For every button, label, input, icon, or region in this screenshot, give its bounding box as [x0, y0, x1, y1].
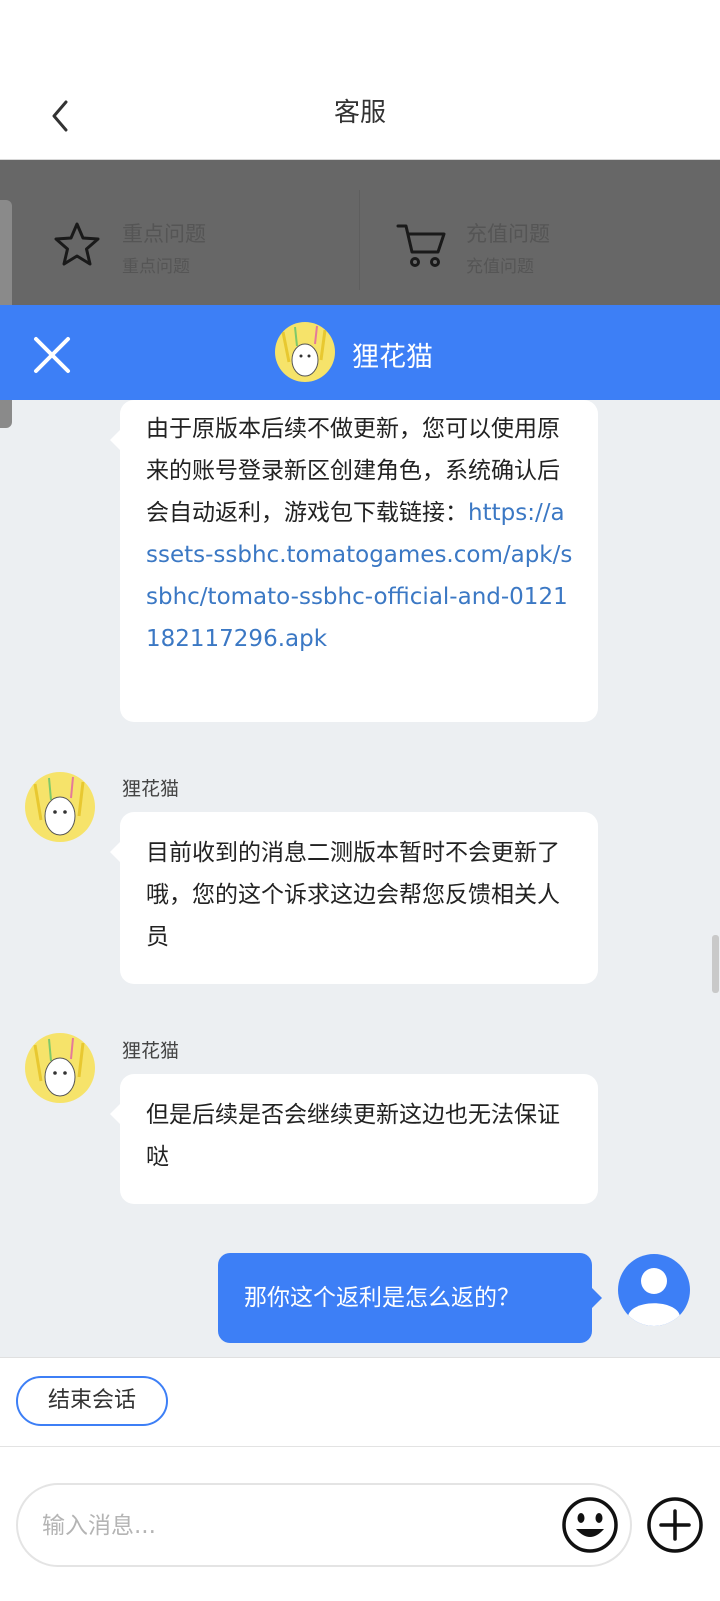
faq-item-subtitle: 充值问题 [466, 257, 534, 277]
faq-item-title: 充值问题 [466, 222, 550, 246]
message-text: 但是后续是否会继续更新这边也无法保证哒 [146, 1102, 560, 1170]
user-icon [628, 1268, 680, 1326]
message-input[interactable] [40, 1503, 544, 1549]
composer-divider [0, 1446, 720, 1447]
agent-message-bubble: 目前收到的消息二测版本暂时不会更新了哦，您的这个诉求这边会帮您反馈相关人员 [110, 812, 598, 984]
end-session-button[interactable]: 结束会话 [16, 1376, 168, 1426]
header-bar: 客服 [0, 0, 720, 160]
sender-name: 狸花猫 [122, 1040, 180, 1062]
star-icon [54, 222, 100, 266]
user-avatar [618, 1254, 690, 1326]
faq-item-title: 重点问题 [122, 222, 206, 246]
message-input-box[interactable] [16, 1483, 632, 1567]
agent-avatar [25, 772, 95, 842]
faq-panel: 重点问题 重点问题 充值问题 充值问题 [0, 160, 720, 305]
agent-bar: 狸花猫 [0, 305, 720, 400]
agent-avatar [275, 322, 335, 382]
faq-item-subtitle: 重点问题 [122, 257, 190, 277]
emoji-icon[interactable] [560, 1495, 620, 1555]
composer-area: 结束会话 [0, 1357, 720, 1601]
faq-divider [359, 190, 360, 290]
message-text: 目前收到的消息二测版本暂时不会更新了哦，您的这个诉求这边会帮您反馈相关人员 [146, 840, 560, 950]
agent-avatar [25, 1033, 95, 1103]
user-message-bubble: 那你这个返利是怎么返的？ [218, 1253, 602, 1343]
message-text: 那你这个返利是怎么返的？ [244, 1285, 520, 1311]
agent-message-bubble: 但是后续是否会继续更新这边也无法保证哒 [110, 1074, 598, 1204]
agent-message-bubble: 由于原版本后续不做更新，您可以使用原来的账号登录新区创建角色，系统确认后会自动返… [110, 400, 598, 722]
cart-icon [396, 224, 446, 267]
plus-icon[interactable] [645, 1495, 705, 1555]
page-title: 客服 [333, 98, 386, 128]
close-icon[interactable] [32, 335, 72, 375]
agent-name: 狸花猫 [352, 342, 433, 373]
sender-name: 狸花猫 [122, 778, 180, 800]
scrollbar[interactable] [712, 935, 719, 993]
